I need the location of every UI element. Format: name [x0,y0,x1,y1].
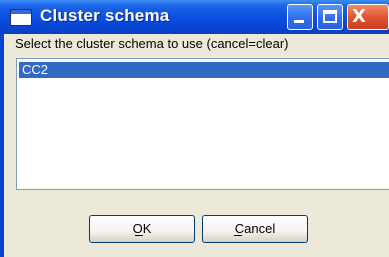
dialog-window: Cluster schema X Select the cluster sche… [0,0,389,257]
maximize-button[interactable] [317,4,343,30]
cancel-mnemonic-underline [234,235,242,236]
ok-button[interactable]: OK [89,215,195,243]
title-bar[interactable]: Cluster schema X [0,0,389,34]
prompt-label: Select the cluster schema to use (cancel… [15,36,289,51]
schema-listbox[interactable]: CC2 [16,58,389,190]
minimize-button[interactable] [287,4,313,30]
cancel-button[interactable]: Cancel [202,215,308,243]
minimize-icon [294,20,304,23]
list-item[interactable]: CC2 [19,62,389,78]
ok-mnemonic-underline [135,235,143,236]
window-title: Cluster schema [40,6,170,25]
window-app-icon [10,9,32,26]
close-icon: X [352,6,366,27]
close-button[interactable]: X [347,4,389,30]
cancel-button-label: Cancel [234,221,276,236]
ok-button-label: OK [132,221,152,236]
maximize-icon [323,10,337,23]
